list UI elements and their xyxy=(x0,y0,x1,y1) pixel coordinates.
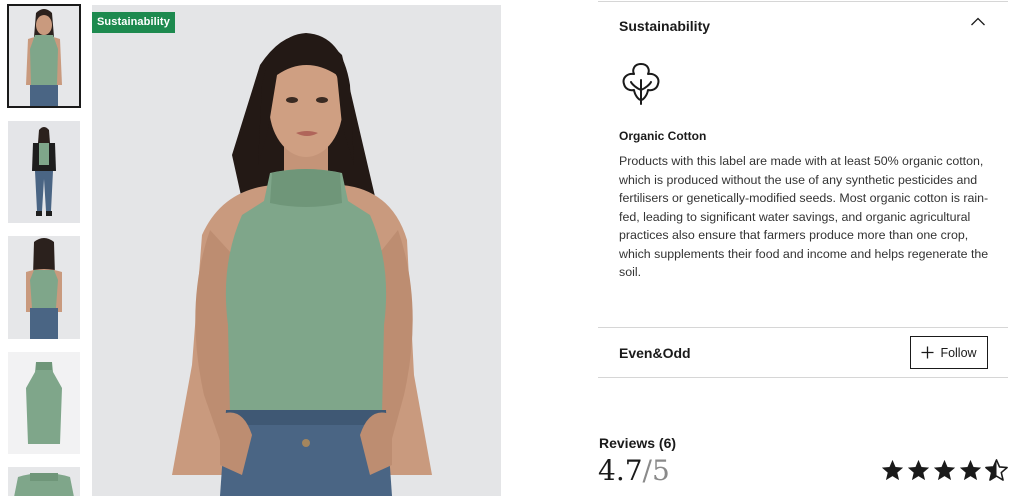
thumbnail-image xyxy=(8,236,80,339)
star-full-icon xyxy=(881,459,904,481)
thumbnail-5[interactable] xyxy=(8,467,80,496)
organic-cotton-title: Organic Cotton xyxy=(619,129,707,143)
star-rating xyxy=(880,458,1009,483)
thumbnail-image xyxy=(8,352,80,454)
star-full-icon xyxy=(959,459,982,481)
brand-name[interactable]: Even&Odd xyxy=(619,345,691,361)
divider xyxy=(598,327,1008,328)
rating-value: 4.7 xyxy=(598,454,643,487)
thumbnail-2[interactable] xyxy=(8,121,80,223)
thumbnail-1[interactable] xyxy=(7,4,81,108)
thumbnail-4[interactable] xyxy=(8,352,80,454)
organic-cotton-description: Products with this label are made with a… xyxy=(619,154,989,279)
thumbnail-3[interactable] xyxy=(8,236,80,339)
rating-score: 4.7/5 xyxy=(598,451,670,491)
sustainability-section-title[interactable]: Sustainability xyxy=(619,18,710,34)
star-partial-icon xyxy=(985,459,1008,481)
product-photo xyxy=(92,5,501,496)
divider xyxy=(598,377,1008,378)
star-full-icon xyxy=(933,459,956,481)
follow-label: Follow xyxy=(940,345,977,360)
chevron-up-icon[interactable] xyxy=(970,14,986,30)
rating-max: /5 xyxy=(642,454,670,487)
thumbnail-image xyxy=(8,121,80,223)
sustainability-badge: Sustainability xyxy=(92,12,175,33)
thumbnail-image xyxy=(8,5,80,107)
main-product-image[interactable]: Sustainability xyxy=(92,5,501,496)
follow-button[interactable]: Follow xyxy=(910,336,988,369)
plus-icon xyxy=(921,346,934,359)
reviews-count[interactable]: Reviews (6) xyxy=(599,435,676,451)
star-full-icon xyxy=(907,459,930,481)
thumbnail-image xyxy=(8,467,80,496)
cotton-flower-icon xyxy=(622,63,660,105)
divider xyxy=(598,1,1008,2)
